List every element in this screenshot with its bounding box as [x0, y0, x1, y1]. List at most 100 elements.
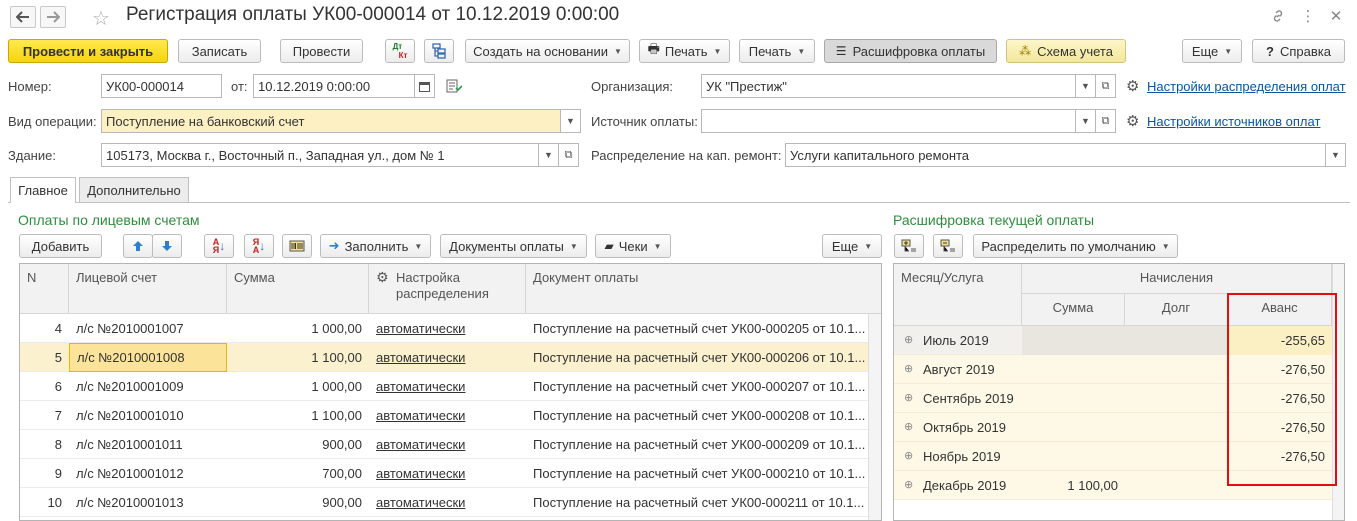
row-sum[interactable]: 900,00 — [227, 488, 369, 517]
collapse-all-button[interactable] — [933, 234, 963, 258]
row-sum[interactable] — [1022, 355, 1125, 384]
row-doc[interactable]: Поступление на расчетный счет УК00-00020… — [526, 314, 868, 343]
expand-all-button[interactable] — [894, 234, 924, 258]
row-sum[interactable]: 900,00 — [227, 430, 369, 459]
forward-button[interactable] — [40, 6, 66, 28]
barcode-button[interactable] — [282, 234, 312, 258]
building-field[interactable]: 105173, Москва г., Восточный п., Западна… — [101, 143, 539, 167]
print-menu-button[interactable]: Печать ▼ — [739, 39, 815, 63]
expand-icon[interactable]: ⊕ — [904, 355, 913, 384]
row-account[interactable]: л/с №2010001011 — [69, 430, 227, 459]
column-header-debt[interactable]: Долг — [1125, 294, 1228, 326]
row-doc[interactable]: Поступление на расчетный счет УК00-00020… — [526, 401, 868, 430]
building-dropdown[interactable]: ▼ — [538, 143, 559, 167]
save-button[interactable]: Записать — [178, 39, 261, 63]
row-sum[interactable]: 1 000,00 — [227, 314, 369, 343]
add-button[interactable]: Добавить — [19, 234, 102, 258]
column-header-accruals[interactable]: Начисления — [1022, 264, 1332, 294]
link-icon[interactable] — [1268, 6, 1288, 26]
payment-breakdown-button[interactable]: ☰ Расшифровка оплаты — [824, 39, 997, 63]
organization-dropdown[interactable]: ▼ — [1075, 74, 1096, 98]
expand-icon[interactable]: ⊕ — [904, 471, 913, 500]
column-header-distribution-setting[interactable]: ⚙ Настройка распределения — [369, 264, 526, 314]
move-down-button[interactable] — [152, 234, 182, 258]
expand-icon[interactable]: ⊕ — [904, 384, 913, 413]
sort-asc-button[interactable]: А Я ↓ — [204, 234, 234, 258]
fill-button[interactable]: ➜ Заполнить ▼ — [320, 234, 431, 258]
payment-docs-button[interactable]: Документы оплаты ▼ — [440, 234, 587, 258]
date-field[interactable]: 10.12.2019 0:00:00 — [253, 74, 415, 98]
payments-more-button[interactable]: Еще ▼ — [822, 234, 882, 258]
row-account[interactable]: л/с №2010001013 — [69, 488, 227, 517]
payment-source-open-button[interactable]: ⧉ — [1095, 109, 1116, 133]
row-debt[interactable] — [1125, 442, 1228, 471]
calendar-button[interactable] — [414, 74, 435, 98]
organization-field[interactable]: УК "Престиж" — [701, 74, 1076, 98]
table-row[interactable]: 10 л/с №2010001013 900,00 автоматически … — [20, 488, 868, 517]
table-row[interactable]: 7 л/с №2010001010 1 100,00 автоматически… — [20, 401, 868, 430]
number-field[interactable]: УК00-000014 — [101, 74, 222, 98]
row-sum[interactable] — [1022, 442, 1125, 471]
accounting-scheme-button[interactable]: ⁂ Схема учета — [1006, 39, 1126, 63]
move-up-button[interactable] — [123, 234, 153, 258]
payment-source-field[interactable] — [701, 109, 1076, 133]
row-sum[interactable]: 1 000,00 — [227, 372, 369, 401]
expand-icon[interactable]: ⊕ — [904, 442, 913, 471]
column-header-sum[interactable]: Сумма — [1022, 294, 1125, 326]
checks-button[interactable]: ▰ Чеки ▼ — [595, 234, 671, 258]
operation-field[interactable]: Поступление на банковский счет — [101, 109, 561, 133]
row-setting-link[interactable]: автоматически — [369, 343, 526, 372]
source-settings-link[interactable]: Настройки источников оплат — [1147, 114, 1320, 129]
row-doc[interactable]: Поступление на расчетный счет УК00-00021… — [526, 488, 868, 517]
column-header-payment-doc[interactable]: Документ оплаты — [526, 264, 881, 314]
dtkt-button[interactable]: Дт Кт — [385, 39, 415, 63]
column-header-n[interactable]: N — [20, 264, 69, 314]
row-sum[interactable]: 700,00 — [227, 459, 369, 488]
table-row[interactable]: 6 л/с №2010001009 1 000,00 автоматически… — [20, 372, 868, 401]
row-account[interactable]: л/с №2010001007 — [69, 314, 227, 343]
column-header-account[interactable]: Лицевой счет — [69, 264, 227, 314]
row-debt[interactable] — [1125, 471, 1228, 500]
row-account[interactable]: л/с №2010001008 — [69, 343, 227, 372]
post-and-close-button[interactable]: Провести и закрыть — [8, 39, 168, 63]
table-row[interactable]: 4 л/с №2010001007 1 000,00 автоматически… — [20, 314, 868, 343]
sort-desc-button[interactable]: Я А ↓ — [244, 234, 274, 258]
row-account[interactable]: л/с №2010001012 — [69, 459, 227, 488]
payments-scrollbar[interactable] — [868, 314, 881, 520]
table-row[interactable]: 8 л/с №2010001011 900,00 автоматически П… — [20, 430, 868, 459]
row-doc[interactable]: Поступление на расчетный счет УК00-00021… — [526, 459, 868, 488]
star-icon[interactable]: ☆ — [92, 6, 110, 31]
cap-repair-field[interactable]: Услуги капитального ремонта — [785, 143, 1326, 167]
print-button[interactable]: 🖶 Печать ▼ — [639, 39, 730, 63]
row-setting-link[interactable]: автоматически — [369, 372, 526, 401]
menu-dots-icon[interactable]: ⋮ — [1298, 6, 1318, 26]
tab-main[interactable]: Главное — [10, 177, 76, 203]
column-header-sum[interactable]: Сумма — [227, 264, 369, 314]
post-button[interactable]: Провести — [280, 39, 363, 63]
tab-additional[interactable]: Дополнительно — [79, 177, 189, 202]
back-button[interactable] — [10, 6, 36, 28]
structure-button[interactable] — [424, 39, 454, 63]
expand-icon[interactable]: ⊕ — [904, 326, 913, 355]
row-account[interactable]: л/с №2010001009 — [69, 372, 227, 401]
payments-table[interactable]: N Лицевой счет Сумма ⚙ Настройка распред… — [19, 263, 882, 521]
row-account[interactable]: л/с №2010001010 — [69, 401, 227, 430]
row-doc[interactable]: Поступление на расчетный счет УК00-00020… — [526, 343, 868, 372]
more-button[interactable]: Еще ▼ — [1182, 39, 1242, 63]
operation-dropdown[interactable]: ▼ — [560, 109, 581, 133]
row-setting-link[interactable]: автоматически — [369, 459, 526, 488]
distribute-default-button[interactable]: Распределить по умолчанию ▼ — [973, 234, 1178, 258]
help-button[interactable]: ? Справка — [1252, 39, 1345, 63]
row-doc[interactable]: Поступление на расчетный счет УК00-00020… — [526, 430, 868, 459]
row-debt[interactable] — [1125, 413, 1228, 442]
table-row-selected[interactable]: 5 л/с №2010001008 1 100,00 автоматически… — [20, 343, 868, 372]
row-sum[interactable] — [1022, 326, 1125, 355]
row-setting-link[interactable]: автоматически — [369, 488, 526, 517]
create-based-on-button[interactable]: Создать на основании ▼ — [465, 39, 630, 63]
close-icon[interactable]: ✕ — [1326, 6, 1346, 26]
row-debt[interactable] — [1125, 355, 1228, 384]
row-sum[interactable]: 1 100,00 — [227, 343, 369, 372]
distribution-settings-link[interactable]: Настройки распределения оплат — [1147, 79, 1346, 94]
row-debt[interactable] — [1125, 326, 1228, 355]
document-status-icon[interactable] — [446, 79, 463, 96]
